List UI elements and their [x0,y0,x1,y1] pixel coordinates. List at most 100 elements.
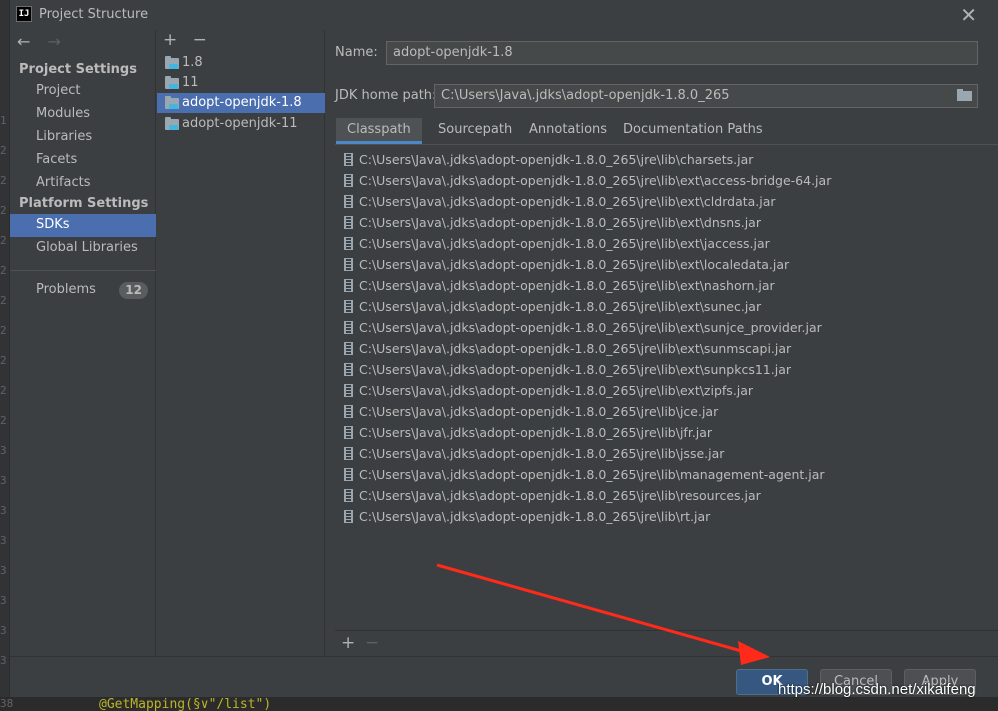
classpath-entry[interactable]: C:\Users\Java\.jdks\adopt-openjdk-1.8.0_… [335,317,998,338]
nav-item-global-libraries[interactable]: Global Libraries [10,237,156,260]
nav-item-sdks[interactable]: SDKs [10,214,156,237]
classpath-entry[interactable]: C:\Users\Java\.jdks\adopt-openjdk-1.8.0_… [335,422,998,443]
classpath-entry[interactable]: C:\Users\Java\.jdks\adopt-openjdk-1.8.0_… [335,275,998,296]
jar-icon [344,279,353,292]
gutter-line-number: 2 [0,414,7,427]
add-path-icon[interactable]: + [341,633,355,653]
nav-item-artifacts[interactable]: Artifacts [10,172,156,195]
classpath-entry[interactable]: C:\Users\Java\.jdks\adopt-openjdk-1.8.0_… [335,233,998,254]
gutter-line-number: 3 [0,504,7,517]
classpath-entry[interactable]: C:\Users\Java\.jdks\adopt-openjdk-1.8.0_… [335,506,998,527]
jar-icon [344,489,353,502]
gutter-line-number: 2 [0,234,7,247]
tab-sourcepath[interactable]: Sourcepath [427,118,523,144]
classpath-entry[interactable]: C:\Users\Java\.jdks\adopt-openjdk-1.8.0_… [335,212,998,233]
tab-documentation-paths[interactable]: Documentation Paths [612,118,774,144]
sdk-toolbar: + − [163,30,217,50]
gutter-line-number: 3 [0,624,7,637]
close-icon[interactable]: ✕ [960,3,977,27]
tab-classpath[interactable]: Classpath [336,118,422,144]
classpath-entry[interactable]: C:\Users\Java\.jdks\adopt-openjdk-1.8.0_… [335,191,998,212]
jar-icon [344,300,353,313]
jar-icon [344,174,353,187]
classpath-entry[interactable]: C:\Users\Java\.jdks\adopt-openjdk-1.8.0_… [335,443,998,464]
back-arrow-icon[interactable]: ← [17,32,30,51]
classpath-entry-path: C:\Users\Java\.jdks\adopt-openjdk-1.8.0_… [359,446,725,461]
sdk-name-field[interactable]: adopt-openjdk-1.8 [386,41,978,65]
nav-arrows: ← → [17,32,73,51]
jar-icon [344,342,353,355]
jar-icon [344,510,353,523]
window-title: Project Structure [39,7,149,22]
editor-gutter: 1 2 2 2 2 2 2 2 2 2 2 3 3 3 3 3 3 3 3 [0,0,9,711]
classpath-entry[interactable]: C:\Users\Java\.jdks\adopt-openjdk-1.8.0_… [335,464,998,485]
problems-count-badge: 12 [119,282,148,299]
jar-icon [344,363,353,376]
classpath-entry[interactable]: C:\Users\Java\.jdks\adopt-openjdk-1.8.0_… [335,380,998,401]
classpath-entry[interactable]: C:\Users\Java\.jdks\adopt-openjdk-1.8.0_… [335,296,998,317]
nav-item-problems[interactable]: Problems 12 [10,279,156,302]
jar-icon [344,237,353,250]
jar-icon [344,258,353,271]
classpath-entry-path: C:\Users\Java\.jdks\adopt-openjdk-1.8.0_… [359,194,776,209]
classpath-entry[interactable]: C:\Users\Java\.jdks\adopt-openjdk-1.8.0_… [335,149,998,170]
nav-item-modules[interactable]: Modules [10,103,156,126]
name-label: Name: [335,45,378,60]
classpath-entry-path: C:\Users\Java\.jdks\adopt-openjdk-1.8.0_… [359,425,713,440]
sdk-item-label: 1.8 [182,55,203,70]
jar-icon [344,405,353,418]
classpath-entry-path: C:\Users\Java\.jdks\adopt-openjdk-1.8.0_… [359,257,790,272]
remove-path-icon[interactable]: − [365,633,379,653]
line-number: 38 [0,697,14,710]
project-structure-dialog: IJ Project Structure ✕ ← → Project Setti… [9,0,998,697]
gutter-line-number: 3 [0,474,7,487]
classpath-entry-path: C:\Users\Java\.jdks\adopt-openjdk-1.8.0_… [359,467,825,482]
classpath-entry[interactable]: C:\Users\Java\.jdks\adopt-openjdk-1.8.0_… [335,254,998,275]
gutter-line-number: 3 [0,444,7,457]
classpath-entry[interactable]: C:\Users\Java\.jdks\adopt-openjdk-1.8.0_… [335,359,998,380]
gutter-line-number: 2 [0,294,7,307]
jar-icon [344,384,353,397]
classpath-entry-path: C:\Users\Java\.jdks\adopt-openjdk-1.8.0_… [359,173,832,188]
classpath-entry[interactable]: C:\Users\Java\.jdks\adopt-openjdk-1.8.0_… [335,401,998,422]
nav-item-facets[interactable]: Facets [10,149,156,172]
sdk-item[interactable]: 1.8 [157,53,325,73]
sdk-item-label: 11 [182,75,199,90]
sdk-item[interactable]: adopt-openjdk-1.8 [157,93,325,113]
classpath-entry-path: C:\Users\Java\.jdks\adopt-openjdk-1.8.0_… [359,383,754,398]
browse-folder-icon[interactable] [957,89,973,102]
nav-item-project[interactable]: Project [10,80,156,103]
jdk-home-path-field[interactable]: C:\Users\Java\.jdks\adopt-openjdk-1.8.0_… [434,84,978,108]
jar-icon [344,216,353,229]
gutter-line-number: 2 [0,204,7,217]
add-sdk-icon[interactable]: + [163,30,177,50]
remove-sdk-icon[interactable]: − [193,30,207,50]
jar-icon [344,468,353,481]
gutter-line-number: 2 [0,354,7,367]
jar-icon [344,426,353,439]
jdk-folder-icon [165,56,179,69]
gutter-line-number: 3 [0,594,7,607]
classpath-entry[interactable]: C:\Users\Java\.jdks\adopt-openjdk-1.8.0_… [335,170,998,191]
nav-item-libraries[interactable]: Libraries [10,126,156,149]
tab-annotations[interactable]: Annotations [518,118,618,144]
nav-divider [10,270,156,271]
classpath-entry-path: C:\Users\Java\.jdks\adopt-openjdk-1.8.0_… [359,320,822,335]
watermark-text: https://blog.csdn.net/xikaifeng [778,681,976,698]
classpath-entry-path: C:\Users\Java\.jdks\adopt-openjdk-1.8.0_… [359,488,761,503]
classpath-entry-path: C:\Users\Java\.jdks\adopt-openjdk-1.8.0_… [359,362,792,377]
classpath-list: C:\Users\Java\.jdks\adopt-openjdk-1.8.0_… [335,144,998,630]
sdk-item[interactable]: 11 [157,73,325,93]
jar-icon [344,195,353,208]
classpath-entry[interactable]: C:\Users\Java\.jdks\adopt-openjdk-1.8.0_… [335,338,998,359]
forward-arrow-icon[interactable]: → [48,32,61,51]
jar-icon [344,447,353,460]
classpath-entry[interactable]: C:\Users\Java\.jdks\adopt-openjdk-1.8.0_… [335,485,998,506]
jdk-folder-icon [165,96,179,109]
intellij-icon: IJ [16,6,32,22]
classpath-entry-path: C:\Users\Java\.jdks\adopt-openjdk-1.8.0_… [359,215,761,230]
sdk-item-label: adopt-openjdk-1.8 [182,95,302,110]
gutter-line-number: 2 [0,264,7,277]
sdk-item[interactable]: adopt-openjdk-11 [157,114,325,134]
classpath-entry-path: C:\Users\Java\.jdks\adopt-openjdk-1.8.0_… [359,236,770,251]
